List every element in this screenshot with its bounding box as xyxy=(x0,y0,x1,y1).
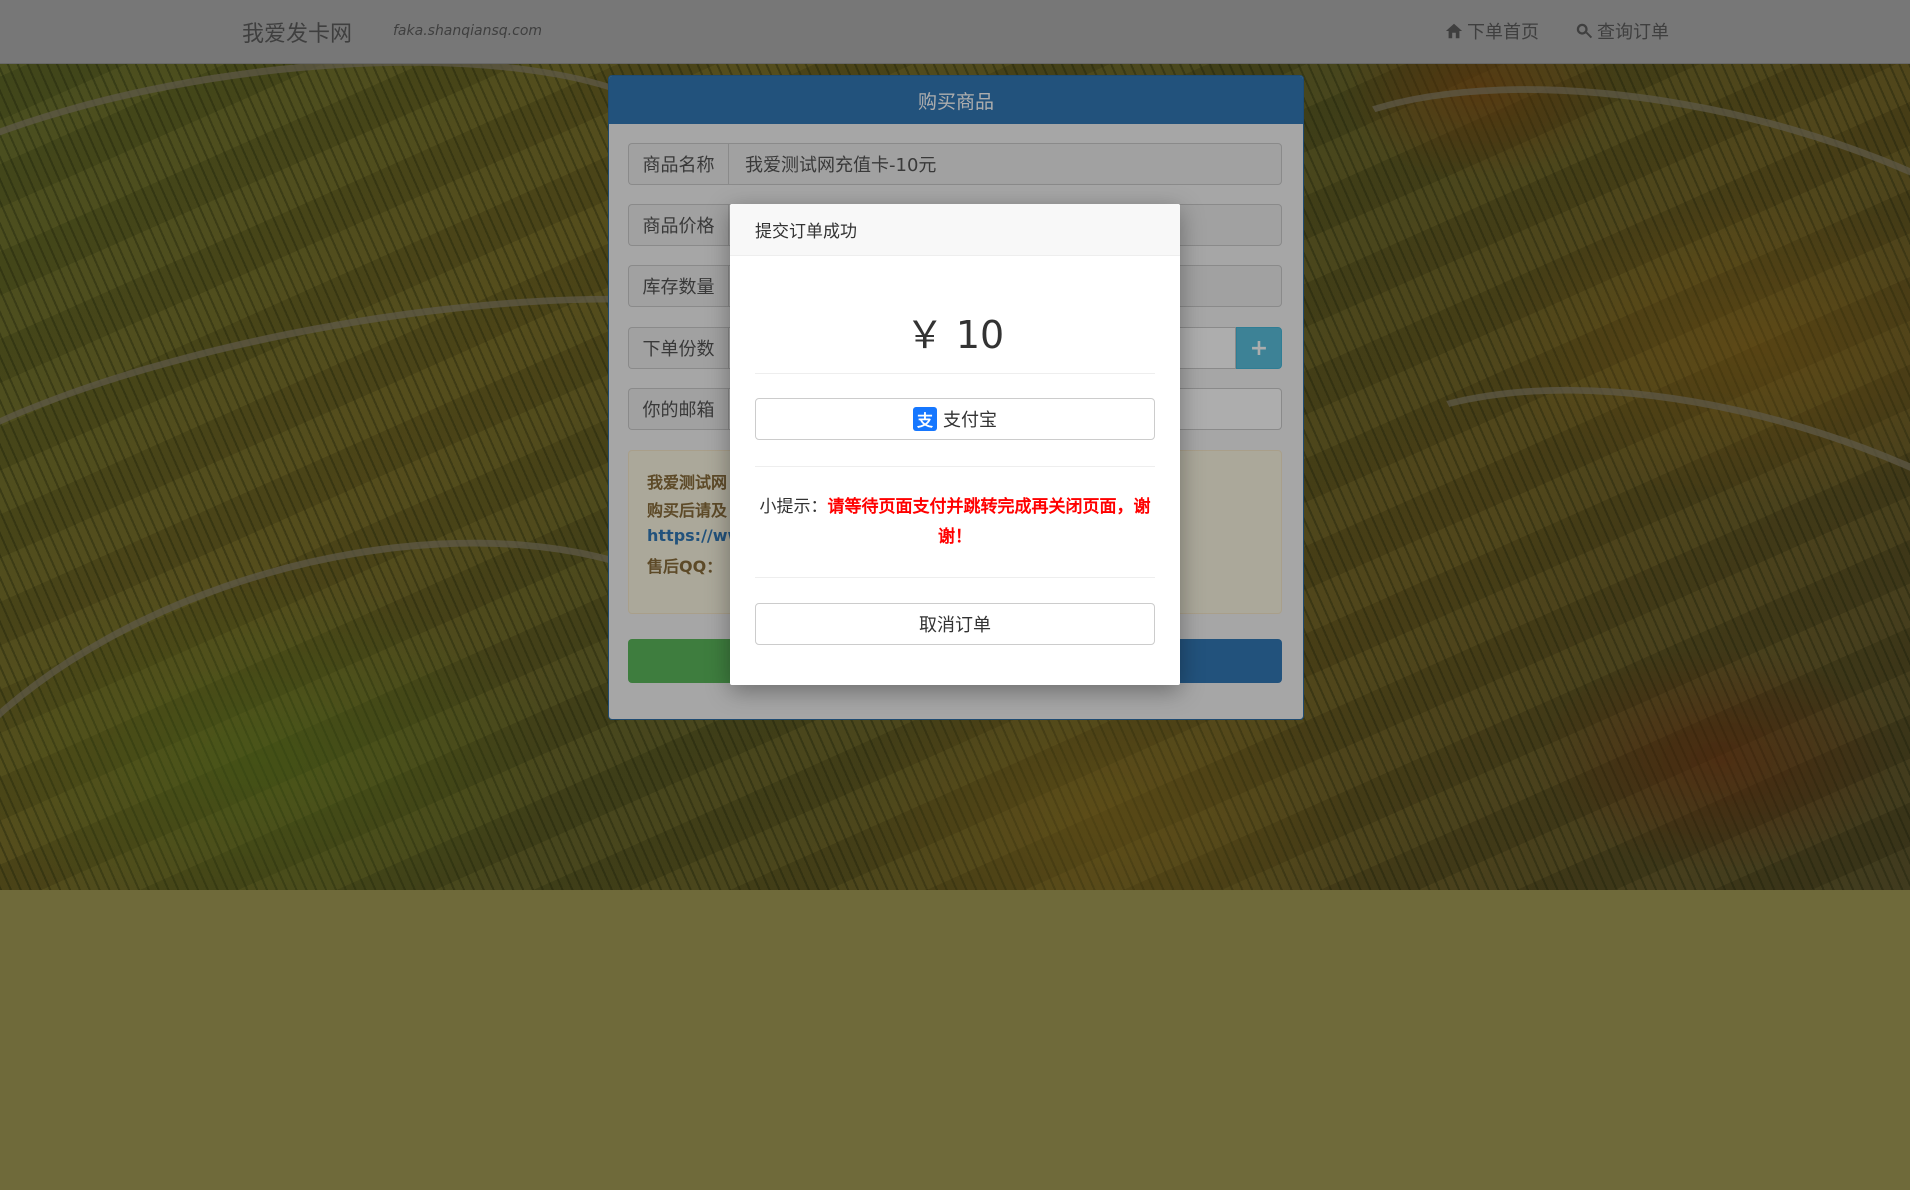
alipay-icon: 支 xyxy=(913,407,937,431)
tip-warning: 请等待页面支付并跳转完成再关闭页面，谢谢！ xyxy=(827,497,1151,547)
alipay-label: 支付宝 xyxy=(943,410,997,431)
divider xyxy=(755,577,1155,578)
divider xyxy=(755,466,1155,467)
order-amount: ￥ 10 xyxy=(905,313,1005,357)
payment-tip: 小提示：请等待页面支付并跳转完成再关闭页面，谢谢！ xyxy=(755,492,1155,552)
modal-title: 提交订单成功 xyxy=(730,204,1180,256)
order-success-modal: 提交订单成功 ￥ 10 支 支付宝 小提示：请等待页面支付并跳转完成再关闭页面，… xyxy=(730,204,1180,685)
cancel-order-button[interactable]: 取消订单 xyxy=(755,603,1155,645)
divider xyxy=(755,373,1155,374)
tip-prefix: 小提示： xyxy=(759,497,828,517)
alipay-button[interactable]: 支 支付宝 xyxy=(755,398,1155,440)
